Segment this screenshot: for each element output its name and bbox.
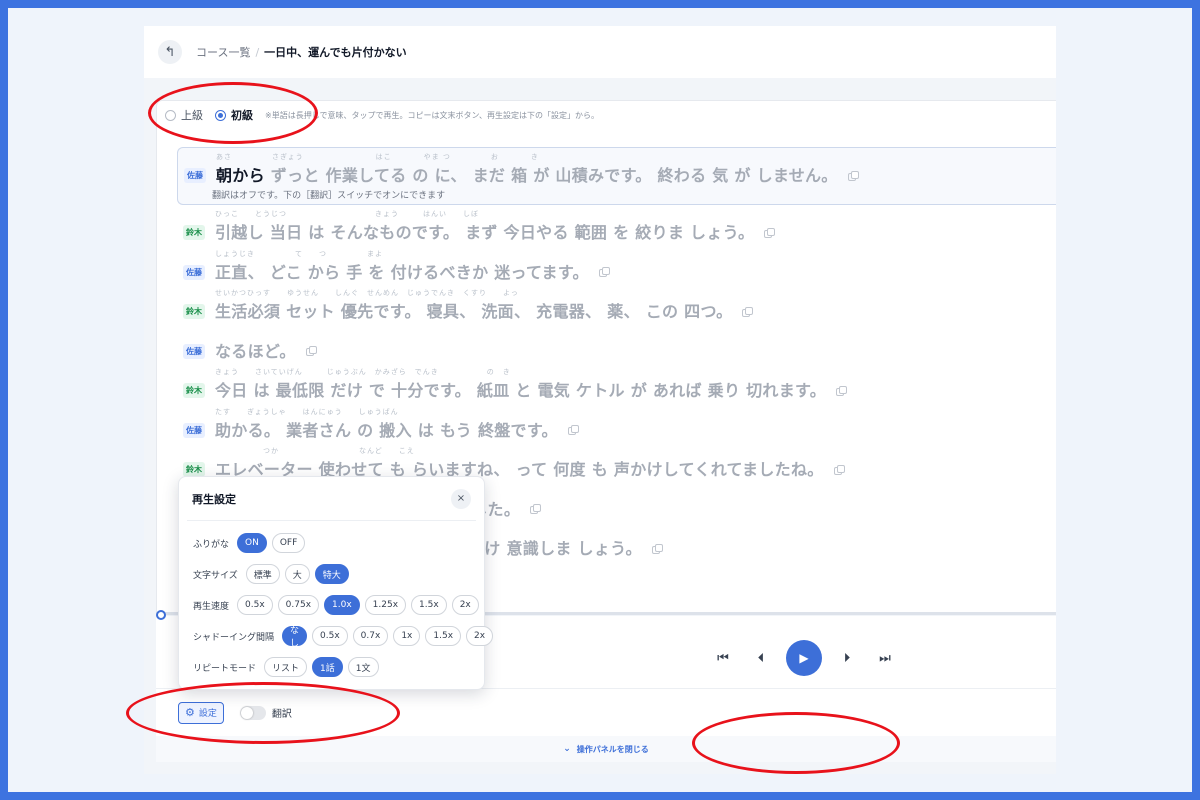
setting-options: ON OFF <box>237 533 310 553</box>
setting-row: シャドーイング間隔 なし 0.5x 0.7x 1x 1.5x 2x <box>193 626 498 649</box>
furigana: たす ぎょうしゃ はんにゅう しゅうばん <box>215 407 399 416</box>
line-text[interactable]: 助かる。 業者さん の 搬入 は もう 終盤です。 <box>215 417 579 441</box>
player-controls: ⏮ ⏴ ▶ ⏵ ⏭ <box>704 640 904 676</box>
copy-icon[interactable] <box>305 346 317 356</box>
line-text[interactable]: 今日 は 最低限 だけ で 十分です。 紙皿 と 電気 ケトル が あれば 乗り… <box>215 377 848 401</box>
setting-option-button[interactable]: 特大 <box>314 564 349 584</box>
setting-label: 再生速度 <box>193 601 230 612</box>
line-text[interactable]: 正直、 どこ から 手 を 付けるべきか 迷ってます。 <box>215 259 610 283</box>
speaker-badge: 鈴木 <box>183 225 205 240</box>
speaker-badge: 鈴木 <box>183 383 205 398</box>
progress-handle[interactable] <box>156 610 166 620</box>
setting-options: なし 0.5x 0.7x 1x 1.5x 2x <box>282 626 498 649</box>
setting-option-button[interactable]: 0.7x <box>352 626 389 646</box>
setting-option-button[interactable]: 0.75x <box>277 595 320 615</box>
line-rest-text: ずっと 作業してる の に、 まだ 箱 が 山積みです。 終わる 気 が しませ… <box>264 166 838 185</box>
setting-option-button[interactable]: OFF <box>271 533 306 553</box>
popup-title: 再生設定 <box>192 492 236 506</box>
annotation-circle-close-panel <box>692 712 900 774</box>
playback-settings-popup: 再生設定 × ふりがな ON OFF 文字サイズ 標準大特大 再生速度 0.5x 0.75x 1… <box>178 476 494 690</box>
line-rest-text: 助かる。 業者さん の 搬入 は もう 終盤です。 <box>215 420 558 440</box>
line-rest-text: 正直、 どこ から 手 を 付けるべきか 迷ってます。 <box>215 262 589 282</box>
furigana: きょう さいていげん じゅうぶん かみざら でんき の き <box>215 368 511 376</box>
copy-icon[interactable] <box>847 170 859 181</box>
setting-option-button[interactable]: 標準 <box>245 564 280 584</box>
previous-icon[interactable]: ⏴ <box>748 645 774 671</box>
setting-option-button[interactable]: 1x <box>393 626 421 646</box>
setting-label: 文字サイズ <box>193 570 238 581</box>
copy-icon[interactable] <box>836 385 848 396</box>
setting-row: 再生速度 0.5x 0.75x 1.0x 1.25x 1.5x 2x <box>193 595 484 615</box>
line-rest-text: なるほど。 <box>215 341 296 361</box>
copy-icon[interactable] <box>567 425 579 435</box>
setting-option-button[interactable]: 2x <box>466 626 494 646</box>
setting-option-button[interactable]: 0.5x <box>312 626 348 646</box>
speaker-badge: 鈴木 <box>183 304 205 319</box>
skip-first-icon[interactable]: ⏮ <box>710 645 736 671</box>
setting-options: 標準大特大 <box>245 564 354 584</box>
setting-label: リピートモード <box>193 663 257 674</box>
setting-option-button[interactable]: ON <box>237 533 267 553</box>
line-text[interactable]: 生活必須 セット 優先です。 寝具、 洗面、 充電器、 薬、 この 四つ。 <box>215 298 754 322</box>
transcript-line[interactable]: 佐藤 なるほど。 <box>177 324 1056 364</box>
speaker-badge: 鈴木 <box>183 462 205 477</box>
copy-icon[interactable] <box>598 267 610 277</box>
copy-icon[interactable] <box>651 543 663 554</box>
transcript-line[interactable]: 佐藤 しょうじき て つ まよ正直、 どこ から 手 を 付けるべきか 迷ってます… <box>177 245 1056 285</box>
popup-header: 再生設定 × <box>187 477 476 521</box>
furigana: せいかつひっす ゆうせん しんぐ せんめん じゅうでんき くすり よっ <box>215 289 519 297</box>
speaker-badge: 佐藤 <box>183 264 205 280</box>
speaker-badge: 佐藤 <box>183 422 205 438</box>
annotation-circle-level <box>148 82 318 144</box>
transcript-line[interactable]: 鈴木 きょう さいていげん じゅうぶん かみざら でんき の き今日 は 最低限 … <box>177 363 1056 403</box>
furigana: つか なんど こえ <box>215 447 415 455</box>
close-panel-label: 操作パネルを閉じる <box>576 744 649 754</box>
play-button[interactable]: ▶ <box>786 640 822 676</box>
copy-icon[interactable] <box>764 227 776 238</box>
setting-option-button[interactable]: 2x <box>451 595 479 615</box>
translation-off-note: 翻訳はオフです。下の［翻訳］スイッチでオンにできます <box>212 191 446 201</box>
transcript-line[interactable]: 鈴木 せいかつひっす ゆうせん しんぐ せんめん じゅうでんき くすり よっ生活必… <box>177 284 1056 324</box>
current-word[interactable]: 朝から <box>216 166 265 185</box>
setting-row: リピートモード リスト 1話 1文 <box>193 657 384 677</box>
annotation-circle-settings <box>126 682 400 744</box>
setting-option-button[interactable]: 1文 <box>347 657 379 677</box>
setting-option-button[interactable]: 1.5x <box>425 626 462 646</box>
double-chevron-down-icon: ⌄ <box>563 744 571 754</box>
furigana: ひっこ とうじつ きょう はんい しぼ <box>215 210 479 218</box>
line-rest-text: 今日 は 最低限 だけ で 十分です。 紙皿 と 電気 ケトル が あれば 乗り… <box>215 381 827 400</box>
copy-icon[interactable] <box>530 504 542 514</box>
next-icon[interactable]: ⏵ <box>834 645 860 671</box>
setting-option-button[interactable]: 0.5x <box>237 595 273 615</box>
line-rest-text: 引越し 当日 は そんなものです。 まず 今日やる 範囲 を 絞りま しょう。 <box>215 223 755 242</box>
copy-icon[interactable] <box>742 306 754 317</box>
setting-row: ふりがな ON OFF <box>193 533 310 553</box>
setting-option-button[interactable]: 1話 <box>312 657 343 677</box>
furigana: しょうじき て つ まよ <box>215 249 383 258</box>
setting-label: シャドーイング間隔 <box>193 632 275 643</box>
setting-option-button[interactable]: なし <box>282 626 308 649</box>
skip-last-icon[interactable]: ⏭ <box>872 645 898 671</box>
setting-option-button[interactable]: 1.0x <box>324 595 360 615</box>
setting-option-button[interactable]: リスト <box>264 657 308 677</box>
speaker-badge: 佐藤 <box>183 343 205 359</box>
line-text[interactable]: 朝から ずっと 作業してる の に、 まだ 箱 が 山積みです。 終わる 気 が… <box>216 162 859 186</box>
setting-option-button[interactable]: 1.5x <box>411 595 447 615</box>
setting-row: 文字サイズ 標準大特大 <box>193 564 354 584</box>
setting-option-button[interactable]: 大 <box>284 564 310 584</box>
transcript-line[interactable]: 佐藤 たす ぎょうしゃ はんにゅう しゅうばん助かる。 業者さん の 搬入 は も… <box>177 403 1056 443</box>
transcript-line[interactable]: 鈴木 ひっこ とうじつ きょう はんい しぼ引越し 当日 は そんなものです。 ま… <box>177 205 1056 245</box>
line-rest-text: 生活必須 セット 優先です。 寝具、 洗面、 充電器、 薬、 この 四つ。 <box>215 302 733 321</box>
close-icon[interactable]: × <box>451 488 471 509</box>
transcript-line[interactable]: 佐藤 あさ さぎょう はこ やま つ お き朝から ずっと 作業してる の に、 … <box>177 147 1056 205</box>
line-text[interactable]: 引越し 当日 は そんなものです。 まず 今日やる 範囲 を 絞りま しょう。 <box>215 219 776 243</box>
setting-option-button[interactable]: 1.25x <box>364 595 407 615</box>
line-text[interactable]: なるほど。 <box>215 338 317 362</box>
copy-icon[interactable] <box>833 464 845 475</box>
setting-options: リスト 1話 1文 <box>264 657 383 677</box>
speaker-badge: 佐藤 <box>184 168 206 183</box>
setting-label: ふりがな <box>193 539 230 550</box>
furigana: あさ さぎょう はこ やま つ お き <box>216 153 539 161</box>
setting-options: 0.5x 0.75x 1.0x 1.25x 1.5x 2x <box>237 595 484 615</box>
